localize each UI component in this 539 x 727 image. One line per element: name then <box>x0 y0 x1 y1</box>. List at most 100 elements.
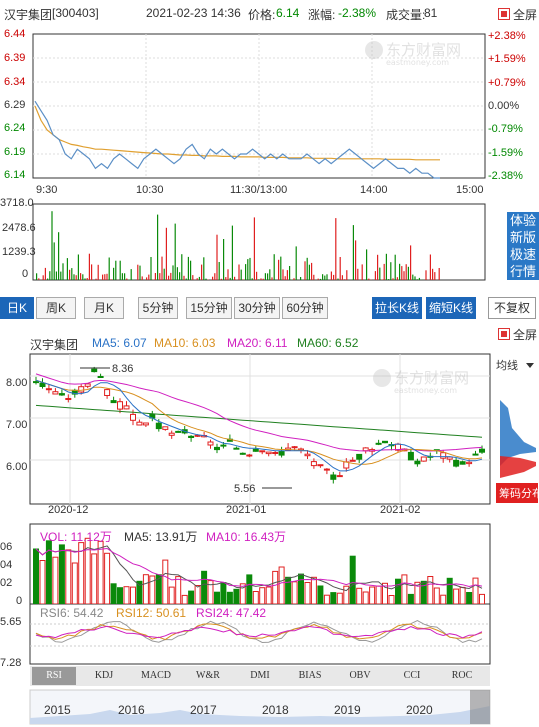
adjust-select[interactable]: 不复权 <box>488 297 536 319</box>
candle-body <box>142 422 149 426</box>
tab-weekly-k[interactable]: 周K <box>36 297 76 319</box>
volume-bar <box>285 576 292 605</box>
volume-bar <box>227 269 229 280</box>
stock-code: [300403] <box>52 6 99 20</box>
volume-bar <box>170 272 172 280</box>
tab-monthly-k[interactable]: 月K <box>84 297 124 319</box>
tab-obv[interactable]: OBV <box>338 667 382 685</box>
new-version-ad[interactable]: 体验 新版 极速 行情 <box>507 212 539 280</box>
volume-bar <box>289 266 291 280</box>
volume-bar <box>110 583 117 605</box>
volume-label: 成交量: <box>386 8 426 22</box>
time-tick: 14:00 <box>360 184 388 196</box>
volume-bar <box>115 260 117 280</box>
volume-bar <box>238 264 240 280</box>
volume-bar <box>179 272 181 280</box>
volume-bar <box>362 591 369 605</box>
volume-bar <box>346 270 348 280</box>
volume-bar <box>233 588 240 605</box>
volume-bar <box>278 259 280 280</box>
tab-cci[interactable]: CCI <box>390 667 434 685</box>
tab-daily-k[interactable]: 日K <box>0 297 34 319</box>
volume-bar <box>388 279 390 280</box>
volume-bar <box>220 582 227 605</box>
volume-tick: 2478.6 <box>2 222 36 234</box>
volume-bar <box>298 573 304 605</box>
volume-bar <box>47 278 49 280</box>
shrink-kline-button[interactable]: 缩短K线 <box>426 297 476 319</box>
candle-body <box>272 452 279 454</box>
candle-body <box>52 391 59 395</box>
volume-bar <box>313 274 315 280</box>
kline-price-tick: 6.00 <box>6 461 28 473</box>
volume-bar <box>339 257 341 280</box>
time-tick: 11:30/13:00 <box>230 184 288 196</box>
volume-bar <box>330 271 332 280</box>
tab-dmi[interactable]: DMI <box>238 667 282 685</box>
candle-body <box>356 453 363 460</box>
tab-rsi[interactable]: RSI <box>32 667 76 685</box>
volume-bar <box>472 577 479 605</box>
volume-bar <box>247 259 249 280</box>
tab-30min[interactable]: 30分钟 <box>234 297 280 319</box>
volume-bar <box>366 249 368 280</box>
volume-bar <box>264 273 266 280</box>
volume-bar <box>53 242 55 280</box>
volume-bar <box>231 225 233 280</box>
volume-bar <box>175 576 182 605</box>
volume-bar <box>181 594 188 605</box>
volume-bar <box>196 278 198 280</box>
volume-bar <box>388 595 395 605</box>
vol-tick: 04 <box>0 559 13 571</box>
volume-bar <box>106 273 108 280</box>
volume-bar <box>352 225 354 280</box>
kline-fullscreen-button[interactable]: 全屏 <box>498 326 537 343</box>
volume-bar <box>207 279 209 280</box>
volume-bar <box>201 264 203 280</box>
ad-line: 极速 <box>509 247 536 262</box>
tab-roc[interactable]: ROC <box>440 667 484 685</box>
volume-bar <box>407 593 414 605</box>
stretch-kline-button[interactable]: 拉长K线 <box>372 297 422 319</box>
candle-body <box>175 430 182 433</box>
volume-bar <box>249 257 251 280</box>
tab-wr[interactable]: W&R <box>186 667 230 685</box>
volume-bar <box>291 581 298 605</box>
volume-bar <box>104 274 106 280</box>
tab-5min[interactable]: 5分钟 <box>138 297 178 319</box>
fullscreen-button[interactable]: 全屏 <box>498 6 537 23</box>
volume-bar <box>357 268 359 280</box>
volume-bar <box>308 264 310 280</box>
tab-60min[interactable]: 60分钟 <box>282 297 328 319</box>
volume-tick: 3718.0 <box>0 197 34 209</box>
volume-bar <box>335 218 337 280</box>
volume-bar <box>229 277 231 280</box>
high-label: 8.36 <box>112 363 133 375</box>
volume-bar <box>284 276 286 280</box>
tab-15min[interactable]: 15分钟 <box>186 297 232 319</box>
volume-bar <box>62 263 64 280</box>
candle-body <box>265 451 272 455</box>
ad-line: 体验 <box>509 213 536 228</box>
volume-bar <box>168 275 170 280</box>
rsi6-legend: RSI6: 54.42 <box>40 606 104 620</box>
tab-bias[interactable]: BIAS <box>288 667 332 685</box>
candle-body <box>259 450 266 453</box>
volume-bar <box>39 560 46 605</box>
year-tick: 2018 <box>262 703 289 717</box>
time-tick: 10:30 <box>136 184 164 196</box>
vol-legend: VOL: 11.12万 <box>40 530 112 544</box>
volume-tick: 0 <box>22 268 29 280</box>
low-label: 5.56 <box>234 483 255 495</box>
candle-body <box>220 444 227 447</box>
volume-bar <box>344 279 346 280</box>
volume-bar <box>453 588 460 605</box>
volume-bar <box>194 585 201 605</box>
candle-body <box>117 401 123 410</box>
rsi12-legend: RSI12: 50.61 <box>116 606 187 620</box>
tab-kdj[interactable]: KDJ <box>82 667 126 685</box>
candle-body <box>466 461 473 465</box>
tab-macd[interactable]: MACD <box>134 667 178 685</box>
volume-bar <box>256 271 258 280</box>
candle-body <box>91 368 98 373</box>
